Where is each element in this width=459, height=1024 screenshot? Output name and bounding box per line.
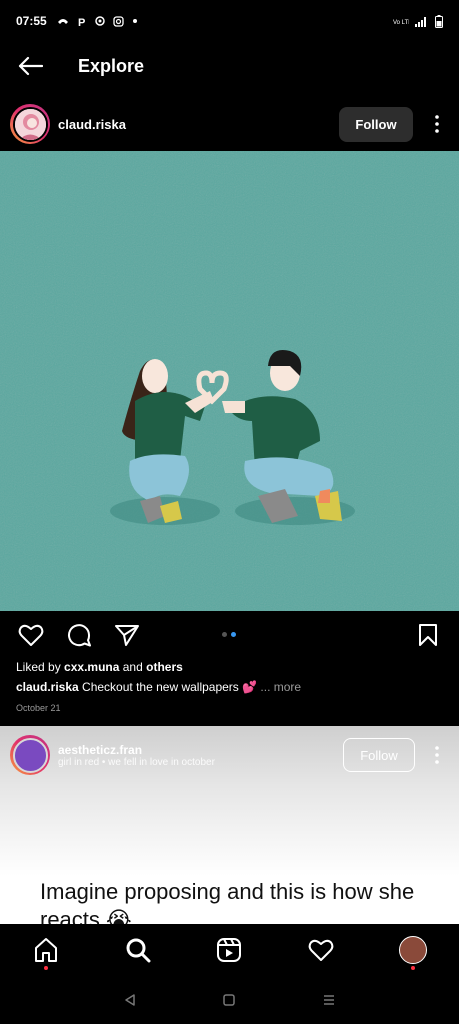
bottom-nav: [0, 924, 459, 976]
post-caption: claud.riska Checkout the new wallpapers …: [16, 680, 446, 694]
more-options-button[interactable]: [425, 107, 449, 142]
couple-illustration: [0, 151, 459, 611]
status-time: 07:55: [16, 14, 47, 28]
volte-icon: Vo LTE: [393, 20, 409, 26]
likes-others[interactable]: others: [146, 660, 183, 674]
call-icon: [57, 19, 68, 24]
save-button[interactable]: [413, 620, 443, 650]
carousel-dot: [222, 632, 227, 637]
reels-icon: [217, 938, 242, 962]
instagram-icon: [113, 15, 124, 27]
system-recents-icon[interactable]: [322, 993, 336, 1007]
next-avatar[interactable]: [10, 735, 50, 775]
heart-icon: [308, 939, 334, 961]
send-icon: [115, 625, 139, 646]
nav-home[interactable]: [22, 926, 70, 974]
app-header: Explore: [0, 42, 459, 90]
system-home-icon[interactable]: [222, 993, 236, 1007]
caption-text: Checkout the new wallpapers 💕: [82, 680, 258, 694]
post-actions: [0, 618, 459, 652]
caption-username[interactable]: claud.riska: [16, 680, 79, 694]
home-icon: [34, 938, 57, 962]
carousel-dot-active: [231, 632, 236, 637]
more-vertical-icon: [435, 115, 439, 133]
svg-text:P: P: [78, 17, 85, 27]
next-subtitle[interactable]: girl in red • we fell in love in october: [58, 757, 215, 768]
carousel-indicator: [222, 632, 236, 637]
heart-outline-icon: [18, 624, 44, 646]
battery-icon: [435, 14, 443, 28]
dot-icon: [132, 19, 137, 23]
nav-reels[interactable]: [205, 926, 253, 974]
comment-button[interactable]: [64, 620, 94, 650]
profile-avatar: [399, 936, 428, 964]
svg-text:Vo LTE: Vo LTE: [393, 20, 409, 26]
p-icon: P: [78, 17, 85, 27]
share-button[interactable]: [112, 620, 142, 650]
nav-activity[interactable]: [297, 926, 345, 974]
system-back-icon[interactable]: [123, 993, 137, 1007]
post-username[interactable]: claud.riska: [58, 117, 126, 132]
avatar-image: [14, 108, 46, 140]
nav-search[interactable]: [114, 926, 162, 974]
back-button[interactable]: [0, 42, 60, 90]
likes-prefix: Liked by: [16, 660, 61, 674]
more-vertical-icon: [435, 746, 439, 764]
status-notification-icons: P: [57, 15, 138, 27]
search-icon: [126, 938, 151, 963]
next-more-button[interactable]: [425, 738, 449, 772]
location-icon: [94, 16, 105, 26]
post-header: claud.riska Follow: [0, 100, 459, 148]
next-follow-button[interactable]: Follow: [343, 738, 415, 772]
system-navigation: [0, 976, 459, 1024]
notification-dot: [43, 966, 48, 970]
avatar[interactable]: [10, 104, 50, 144]
post-date: October 21: [16, 703, 61, 713]
follow-button[interactable]: Follow: [339, 106, 413, 142]
status-bar: 07:55 P Vo LTE: [0, 0, 459, 42]
page-title: Explore: [78, 55, 145, 76]
likes-user[interactable]: cxx.muna: [64, 660, 119, 674]
next-post-text: Imagine proposing and this is how she re…: [40, 879, 415, 926]
caption-more-link[interactable]: ... more: [260, 680, 301, 694]
likes-and: and: [122, 660, 143, 674]
post-image[interactable]: [0, 151, 459, 611]
comment-icon: [68, 624, 91, 647]
bookmark-icon: [419, 624, 437, 646]
like-button[interactable]: [16, 620, 46, 650]
next-post: aestheticz.fran girl in red • we fell in…: [0, 726, 459, 926]
notification-dot: [411, 966, 416, 970]
next-username[interactable]: aestheticz.fran: [58, 743, 215, 757]
signal-icon: [415, 16, 426, 27]
nav-profile[interactable]: [389, 926, 437, 974]
likes-text[interactable]: Liked by cxx.muna and others: [16, 660, 183, 674]
next-post-header: aestheticz.fran girl in red • we fell in…: [10, 734, 449, 776]
back-arrow-icon: [18, 56, 43, 76]
